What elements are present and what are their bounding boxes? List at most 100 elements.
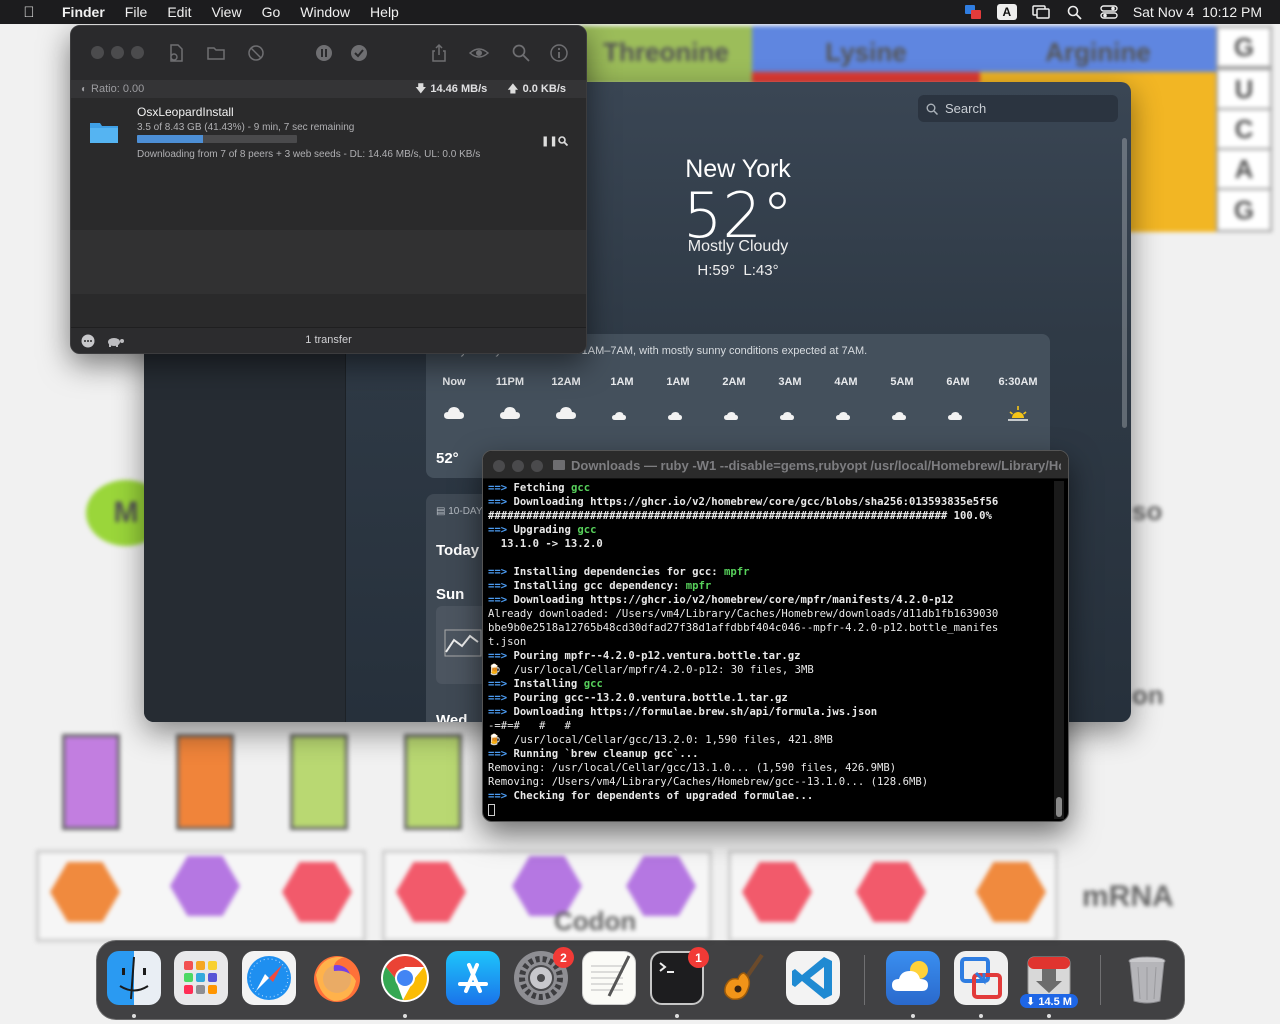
dock-chrome-icon[interactable] — [378, 951, 432, 1005]
sunrise-icon — [1008, 406, 1028, 421]
remote-desktop-icon[interactable] — [963, 4, 983, 20]
terminal-scroll-thumb[interactable] — [1056, 797, 1062, 817]
pause-torrent-icon[interactable]: ❚❚ — [541, 136, 558, 147]
menu-app-finder[interactable]: Finder — [52, 4, 115, 20]
share-icon[interactable] — [429, 43, 449, 63]
window-close-button[interactable] — [91, 46, 104, 59]
wallpaper-text: U — [1234, 73, 1254, 104]
hour-label: 1AM — [666, 376, 690, 388]
dock-trash-icon[interactable] — [1120, 951, 1174, 1005]
quicklook-eye-icon[interactable] — [469, 43, 489, 63]
hour-11pm: 11PM — [482, 376, 538, 422]
weather-scrollbar[interactable] — [1122, 138, 1127, 428]
transmission-toolbar — [71, 26, 586, 80]
wallpaper-trna — [62, 734, 120, 830]
dock-finder-icon[interactable] — [107, 951, 161, 1005]
hourly-forecast-row: Now 11PM 12AM 1AM 1AM 2AM 3AM 4AM 5AM 6A… — [426, 376, 1050, 422]
search-icon — [926, 103, 938, 115]
window-close-button[interactable] — [493, 460, 505, 472]
wallpaper-label-so: so — [1132, 496, 1163, 526]
wallpaper-trna — [404, 734, 462, 830]
terminal-cursor — [488, 804, 495, 816]
terminal-scrollbar[interactable] — [1054, 481, 1064, 819]
terminal-titlebar: Downloads — ruby -W1 --disable=gems,ruby… — [483, 451, 1068, 479]
terminal-line: ==> Checking for dependents of upgraded … — [488, 790, 814, 802]
filter-search-icon[interactable] — [511, 43, 531, 63]
torrent-progress-text: 3.5 of 8.43 GB (41.43%) - 9 min, 7 sec r… — [137, 122, 355, 133]
wallpaper-text: C — [1234, 113, 1254, 144]
window-minimize-button[interactable] — [512, 460, 524, 472]
screen-mirroring-icon[interactable] — [1031, 4, 1051, 20]
reveal-torrent-search-icon[interactable] — [558, 136, 568, 146]
terminal-output[interactable]: ==> Fetching gcc ==> Downloading https:/… — [488, 481, 1053, 817]
torrent-row[interactable]: OsxLeopardInstall 3.5 of 8.43 GB (41.43%… — [71, 98, 586, 166]
dock-launchpad-icon[interactable] — [174, 951, 228, 1005]
create-torrent-icon[interactable] — [166, 43, 186, 63]
inspector-info-icon[interactable] — [549, 43, 569, 63]
download-arrow-icon: 🡇 — [415, 82, 427, 95]
chart-line-icon — [444, 629, 482, 657]
pen-paper-icon — [591, 955, 631, 997]
dock-remote-desktop-icon[interactable] — [954, 951, 1008, 1005]
transmission-window: ◐ Ratio: 0.00 🡇 14.46 MB/s 🡅 0.0 KB/s Os… — [70, 25, 587, 354]
menu-window[interactable]: Window — [290, 4, 360, 20]
transmission-status-bar: ◐ Ratio: 0.00 🡇 14.46 MB/s 🡅 0.0 KB/s — [71, 80, 586, 98]
spotlight-search-icon[interactable] — [1065, 4, 1085, 20]
chrome-icon — [381, 954, 429, 1002]
dock-safari-icon[interactable] — [242, 951, 296, 1005]
partly-cloudy-night-icon — [724, 407, 743, 420]
terminal-line: -=#=# # # — [488, 720, 571, 732]
hour-6am: 6AM — [930, 376, 986, 422]
dock-firefox-icon[interactable] — [310, 951, 364, 1005]
terminal-line: Already downloaded: /Users/vm4/Library/C… — [488, 608, 999, 620]
ratio-text[interactable]: Ratio: 0.00 — [91, 83, 144, 95]
menu-go[interactable]: Go — [252, 4, 291, 20]
partly-cloudy-night-icon — [948, 407, 967, 420]
running-indicator — [979, 1014, 983, 1018]
window-minimize-button[interactable] — [111, 46, 124, 59]
empty-row — [71, 166, 586, 230]
wallpaper-letter: U — [1216, 68, 1272, 110]
resume-all-icon[interactable] — [349, 43, 369, 63]
hour-label: 6:30AM — [998, 376, 1038, 388]
wallpaper-letter: C — [1216, 108, 1272, 150]
window-zoom-button[interactable] — [131, 46, 144, 59]
terminal-window: Downloads — ruby -W1 --disable=gems,ruby… — [482, 450, 1069, 822]
app-store-a-icon — [458, 963, 488, 993]
dock-garageband-icon[interactable] — [718, 951, 772, 1005]
terminal-title: Downloads — ruby -W1 --disable=gems,ruby… — [571, 458, 1061, 473]
menu-edit[interactable]: Edit — [157, 4, 201, 20]
running-indicator — [1047, 1014, 1051, 1018]
terminal-line: 13.1.0 -> 13.2.0 — [488, 538, 603, 550]
hour-1am: 1AM — [594, 376, 650, 422]
pause-all-icon[interactable] — [314, 43, 334, 63]
hour-label: Now — [442, 376, 466, 388]
dock-app-store-icon[interactable] — [446, 951, 500, 1005]
hour-sunrise: 6:30AM — [986, 376, 1050, 422]
search-placeholder: Search — [945, 101, 987, 116]
weather-search-field[interactable]: Search — [918, 95, 1118, 122]
terminal-line: ==> Downloading https://ghcr.io/v2/homeb… — [488, 594, 954, 606]
dock-vscode-icon[interactable] — [786, 951, 840, 1005]
terminal-line — [488, 803, 1053, 817]
apple-menu-icon[interactable]:  — [18, 4, 40, 21]
menu-file[interactable]: File — [115, 4, 158, 20]
dock-textedit-icon[interactable] — [582, 951, 636, 1005]
wallpaper-cell-arginine: Arginine — [980, 26, 1216, 78]
wallpaper-label-codon: Codon — [554, 906, 637, 936]
menu-help[interactable]: Help — [360, 4, 409, 20]
input-source-icon[interactable]: A — [996, 4, 1017, 20]
window-zoom-button[interactable] — [531, 460, 543, 472]
dock-weather-icon[interactable] — [886, 951, 940, 1005]
wallpaper-text: Lysine — [825, 36, 907, 67]
total-upload-rate: 0.0 KB/s — [522, 83, 566, 95]
settings-notification-badge: 2 — [553, 947, 574, 968]
open-torrent-icon[interactable] — [206, 43, 226, 63]
partly-cloudy-night-icon — [612, 407, 631, 420]
remove-torrent-icon[interactable] — [246, 43, 266, 63]
wallpaper-trna — [290, 734, 348, 830]
menu-view[interactable]: View — [201, 4, 251, 20]
menu-clock[interactable]: Sat Nov 4 10:12 PM — [1133, 4, 1262, 20]
control-center-icon[interactable] — [1099, 4, 1119, 20]
